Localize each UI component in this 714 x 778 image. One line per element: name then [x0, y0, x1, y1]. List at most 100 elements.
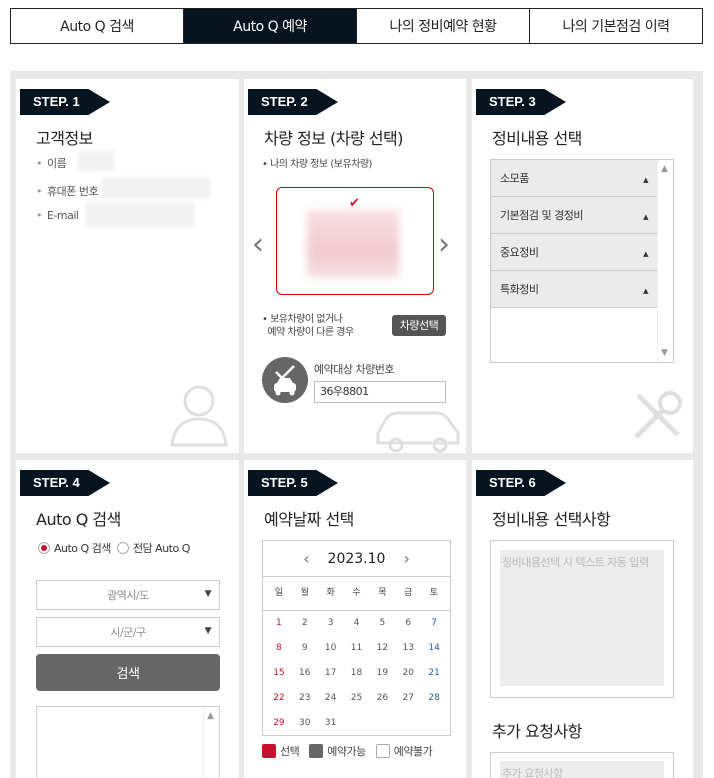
- calendar-day[interactable]: 14: [421, 636, 447, 661]
- step4-autoq-search: STEP. 4 Auto Q 검색 Auto Q 검색 전담 Auto Q 광역…: [16, 460, 239, 778]
- service-category-list: 소모품 ▲ 기본점검 및 경정비 ▲ 중요정비 ▲ 특화정비 ▲ ▲ ▼: [490, 159, 674, 363]
- step5-badge: STEP. 5: [248, 470, 338, 496]
- select-car-button[interactable]: 차량선택: [392, 315, 446, 336]
- expand-icon: ▲: [643, 287, 648, 295]
- calendar-day[interactable]: 8: [266, 636, 292, 661]
- tab-autoq-reservation[interactable]: Auto Q 예약: [184, 9, 357, 43]
- calendar-day[interactable]: 26: [369, 686, 395, 711]
- service-consumables[interactable]: 소모품 ▲: [491, 160, 657, 197]
- weekday-label: 토: [429, 588, 439, 598]
- calendar-day[interactable]: 12: [369, 636, 395, 661]
- tab-autoq-search[interactable]: Auto Q 검색: [11, 9, 184, 43]
- extra-request-textarea[interactable]: 추가 요청사항: [490, 752, 674, 778]
- result-list-scrollbar[interactable]: ▲: [203, 707, 219, 778]
- weekday-label: 화: [326, 588, 335, 598]
- expand-icon: ▲: [643, 250, 648, 258]
- radio-dedicated-autoq-label: 전담 Auto Q: [132, 542, 190, 555]
- selected-service-textarea[interactable]: 정비내용선택 시 텍스트 자동 입력: [490, 540, 674, 698]
- calendar-empty: [344, 711, 370, 736]
- tab-my-inspection-history[interactable]: 나의 기본점검 이력: [530, 9, 702, 43]
- calendar-day[interactable]: 24: [318, 686, 344, 711]
- calendar-day[interactable]: 21: [421, 661, 447, 686]
- selected-service-placeholder: 정비내용선택 시 텍스트 자동 입력: [500, 550, 664, 686]
- extra-request-title: 추가 요청사항: [492, 722, 582, 741]
- calendar-day[interactable]: 27: [395, 686, 421, 711]
- step1-customer-info: STEP. 1 고객정보 • 이름 • 휴대폰 번호 • E-mail: [16, 79, 239, 453]
- service-basic-inspection[interactable]: 기본점검 및 경정비 ▲: [491, 197, 657, 234]
- calendar-day[interactable]: 10: [318, 636, 344, 661]
- legend-unavailable-label: 예약불가: [393, 745, 433, 758]
- prev-month-button[interactable]: ‹: [303, 549, 309, 568]
- calendar-day[interactable]: 1: [266, 611, 292, 636]
- owned-vehicle-label: • 나의 차량 정보 (보유차량): [262, 159, 372, 170]
- tab-my-reservation-status[interactable]: 나의 정비예약 현황: [357, 9, 530, 43]
- calendar-day[interactable]: 20: [395, 661, 421, 686]
- step6-badge: STEP. 6: [476, 470, 566, 496]
- calendar-day[interactable]: 30: [292, 711, 318, 736]
- tools-icon: [634, 391, 682, 439]
- calendar-day[interactable]: 15: [266, 661, 292, 686]
- reservation-board: STEP. 1 고객정보 • 이름 • 휴대폰 번호 • E-mail STEP. 2…: [10, 71, 703, 778]
- calendar-day[interactable]: 2: [292, 611, 318, 636]
- scroll-down-icon[interactable]: ▼: [661, 348, 668, 358]
- weekday-label: 일: [274, 588, 284, 598]
- calendar-empty: [395, 711, 421, 736]
- next-car-arrow[interactable]: ›: [438, 227, 450, 262]
- prev-car-arrow[interactable]: ‹: [252, 227, 264, 262]
- service-special-repair[interactable]: 특화정비 ▲: [491, 271, 657, 308]
- calendar-day[interactable]: 17: [318, 661, 344, 686]
- step3-title: 정비내용 선택: [492, 129, 582, 148]
- legend-available-swatch: [309, 744, 324, 758]
- service-major-repair[interactable]: 중요정비 ▲: [491, 234, 657, 271]
- customer-name-label: • 이름: [36, 157, 67, 170]
- calendar-day[interactable]: 19: [369, 661, 395, 686]
- legend-unavailable-swatch: [375, 744, 390, 758]
- calendar-weekdays: 일월화수목금토: [263, 577, 450, 611]
- calendar-header: ‹ 2023.10 ›: [263, 541, 450, 577]
- selected-car-card[interactable]: ✔: [276, 187, 434, 295]
- scroll-up-icon[interactable]: ▲: [207, 711, 214, 721]
- scroll-up-icon[interactable]: ▲: [661, 164, 668, 174]
- car-image: [307, 210, 399, 278]
- extra-request-placeholder: 추가 요청사항: [500, 761, 664, 778]
- weekday-label: 수: [352, 588, 361, 598]
- service-list-scrollbar[interactable]: ▲ ▼: [657, 160, 673, 362]
- calendar-empty: [421, 711, 447, 736]
- weekday-label: 목: [378, 588, 387, 598]
- next-month-button[interactable]: ›: [403, 549, 409, 568]
- calendar-day[interactable]: 4: [344, 611, 370, 636]
- calendar-day[interactable]: 16: [292, 661, 318, 686]
- calendar-day[interactable]: 9: [292, 636, 318, 661]
- step4-title: Auto Q 검색: [36, 510, 121, 529]
- search-button[interactable]: 검색: [36, 654, 220, 691]
- step1-title: 고객정보: [36, 129, 93, 148]
- calendar-day[interactable]: 18: [344, 661, 370, 686]
- radio-autoq-search[interactable]: [38, 542, 50, 554]
- calendar-day[interactable]: 7: [421, 611, 447, 636]
- step5-date-select: STEP. 5 예약날짜 선택 ‹ 2023.10 › 일월화수목금토 1234…: [244, 460, 466, 778]
- legend-selected-label: 선택: [280, 745, 300, 758]
- calendar-day[interactable]: 23: [292, 686, 318, 711]
- step6-title: 정비내용 선택사항: [492, 510, 611, 529]
- calendar-day[interactable]: 22: [266, 686, 292, 711]
- province-select[interactable]: 광역시/도 ▼: [36, 580, 220, 610]
- calendar-day[interactable]: 5: [369, 611, 395, 636]
- search-type-radios: Auto Q 검색 전담 Auto Q: [38, 540, 190, 556]
- calendar-day[interactable]: 28: [421, 686, 447, 711]
- weekday-label: 금: [404, 588, 413, 598]
- calendar-month: 2023.10: [327, 550, 386, 567]
- search-result-list: ▲: [36, 706, 220, 778]
- calendar-day[interactable]: 29: [266, 711, 292, 736]
- car-icon: [376, 411, 460, 453]
- calendar-day[interactable]: 6: [395, 611, 421, 636]
- calendar-day[interactable]: 13: [395, 636, 421, 661]
- calendar-day[interactable]: 25: [344, 686, 370, 711]
- calendar-day[interactable]: 11: [344, 636, 370, 661]
- radio-dedicated-autoq[interactable]: [116, 542, 129, 554]
- chevron-down-icon: ▼: [204, 626, 212, 636]
- calendar-day[interactable]: 3: [318, 611, 344, 636]
- step2-title: 차량 정보 (차량 선택): [264, 129, 404, 148]
- calendar-day[interactable]: 31: [318, 711, 344, 736]
- city-select[interactable]: 시/군/구 ▼: [36, 617, 220, 647]
- check-icon: ✔: [349, 196, 360, 211]
